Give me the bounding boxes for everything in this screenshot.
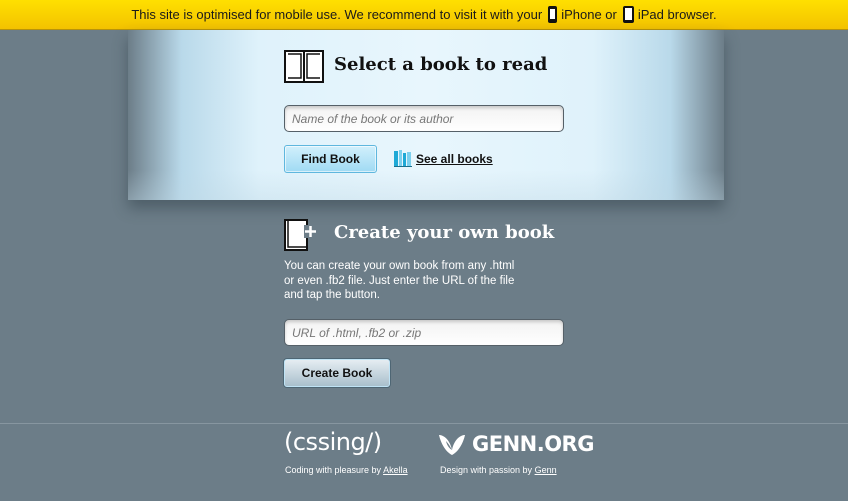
genn-logo[interactable]: GENN.ORG (438, 432, 594, 456)
book-url-input[interactable] (284, 319, 564, 346)
see-all-books-link[interactable]: See all books (394, 150, 493, 167)
see-all-books-label: See all books (416, 151, 493, 166)
create-book-description: You can create your own book from any .h… (284, 260, 515, 301)
footer (0, 423, 848, 501)
banner-iphone-label: iPhone or (561, 7, 617, 22)
bookshelf-icon (394, 150, 412, 167)
mobile-notice-banner: This site is optimised for mobile use. W… (0, 0, 848, 30)
genn-leaf-icon (439, 435, 465, 455)
iphone-icon (548, 6, 558, 23)
cssing-logo[interactable]: (cssing/) (284, 428, 382, 456)
ipad-icon (622, 6, 634, 23)
book-search-input[interactable] (284, 105, 564, 132)
genn-link[interactable]: Genn (535, 465, 557, 475)
select-book-title: Select a book to read (334, 54, 548, 75)
genn-credit: Design with passion by Genn (440, 465, 557, 475)
find-book-button[interactable]: Find Book (284, 145, 377, 173)
akella-link[interactable]: Akella (383, 465, 408, 475)
new-book-icon (284, 219, 317, 251)
genn-logo-text: GENN.ORG (472, 432, 594, 456)
cssing-credit: Coding with pleasure by Akella (285, 465, 408, 475)
banner-ipad-label: iPad browser. (637, 7, 717, 22)
open-book-icon (284, 50, 324, 83)
cssing-credit-prefix: Coding with pleasure by (285, 465, 382, 475)
genn-credit-prefix: Design with passion by (440, 465, 533, 475)
create-book-title: Create your own book (334, 222, 555, 243)
banner-text: This site is optimised for mobile use. W… (131, 7, 543, 22)
create-book-button[interactable]: Create Book (284, 359, 390, 387)
